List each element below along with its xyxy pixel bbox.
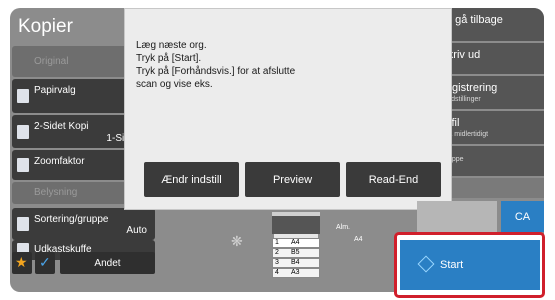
star-icon: ★ [15,254,28,270]
read-end-button[interactable]: Read-End [346,162,441,197]
page-title: Kopier [18,16,73,37]
sort-group-button[interactable]: Sortering/gruppe Auto [12,208,155,240]
change-settings-button[interactable]: Ændr indstill [144,162,239,197]
favorite-button[interactable]: ★ [12,252,32,274]
clear-all-button[interactable]: CA [501,201,544,232]
check-icon: ✓ [39,254,51,270]
paper-tray-4: 4 A3 [272,268,320,278]
message-dialog: Læg næste org. Tryk på [Start]. Tryk på … [124,8,452,210]
disabled-button [417,201,497,232]
start-diamond-icon [417,255,435,273]
paper-tray-2: 2 B5 [272,248,320,258]
preview-button[interactable]: Preview [245,162,340,197]
paper-tray-3: 3 B4 [272,258,320,268]
sort-icon [17,217,29,231]
check-button[interactable]: ✓ [35,252,55,274]
zoom-icon [17,158,29,172]
paper-icon [17,89,29,103]
paper-tray-1: 1 A4 [272,238,320,248]
other-button[interactable]: Andet [60,252,155,274]
bypass-tray-label: Alm. [336,224,350,231]
start-button[interactable]: Start [400,240,540,290]
bypass-tray-size: A4 [354,236,363,243]
duplex-icon [17,124,29,139]
dialog-message: Læg næste org. Tryk på [Start]. Tryk på … [136,40,296,90]
staple-icon: ❋ [231,233,243,249]
copier-illustration [272,212,320,234]
